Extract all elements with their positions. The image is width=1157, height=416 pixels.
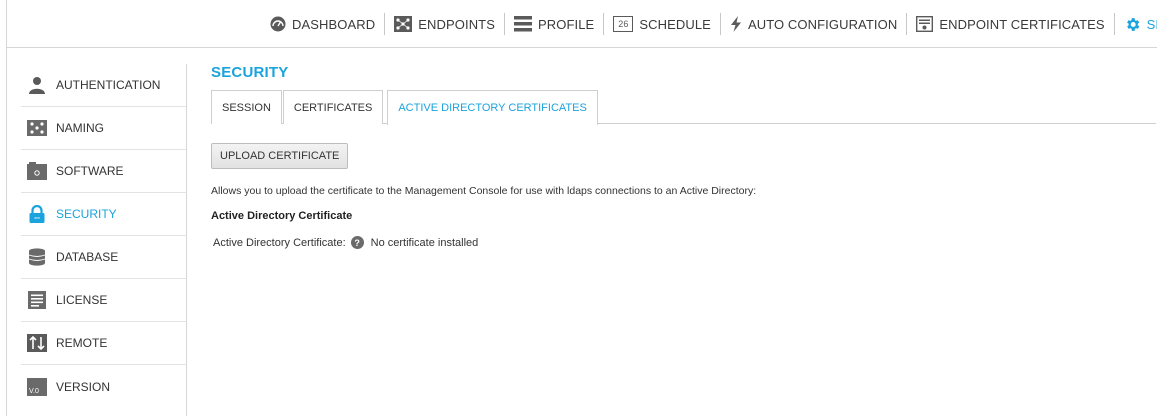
- section-title: Active Directory Certificate: [211, 210, 353, 222]
- sidebar-item-remote[interactable]: REMOTE: [21, 322, 186, 365]
- lock-icon: ***: [27, 205, 47, 223]
- gear-icon: [1124, 16, 1141, 33]
- sidebar-item-authentication[interactable]: AUTHENTICATION: [21, 64, 186, 107]
- nav-item-profile[interactable]: PROFILE: [514, 16, 594, 32]
- nav-item-label: AUTO CONFIGURATION: [747, 16, 898, 32]
- sidebar-item-database[interactable]: DATABASE: [21, 236, 186, 279]
- profile-icon: [514, 16, 532, 32]
- lightning-icon: [730, 16, 742, 32]
- tab-certificates[interactable]: CERTIFICATES: [282, 90, 384, 124]
- nav-divider: [719, 13, 721, 35]
- sidebar-item-software[interactable]: SOFTWARE: [21, 150, 186, 193]
- sidebar-item-label: AUTHENTICATION: [56, 78, 161, 92]
- nav-item-label: SCHEDULE: [639, 16, 711, 32]
- sidebar-item-label: SOFTWARE: [56, 164, 124, 178]
- nav-item-label: ENDPOINT CERTIFICATES: [939, 16, 1105, 32]
- sidebar-item-naming[interactable]: NAMING: [21, 107, 186, 150]
- app-frame: DASHBOARD ENDPOINTS PROFILE 26 SCHEDULE …: [6, 0, 1157, 416]
- certificate-field-label: Active Directory Certificate:: [213, 236, 346, 249]
- user-icon: [27, 76, 47, 94]
- nav-item-settings[interactable]: SETTINGS: [1124, 16, 1157, 33]
- certificate-status-row: Active Directory Certificate: ? No certi…: [211, 236, 1156, 249]
- tab-active-directory-certificates[interactable]: ACTIVE DIRECTORY CERTIFICATES: [387, 90, 598, 125]
- nav-item-label: SETTINGS: [1146, 16, 1157, 32]
- nav-divider: [384, 13, 386, 35]
- nav-item-endpoint-certificates[interactable]: ENDPOINT CERTIFICATES: [916, 16, 1105, 32]
- nav-item-label: PROFILE: [538, 16, 595, 32]
- certificate-icon: [916, 16, 934, 32]
- nav-item-auto-configuration[interactable]: AUTO CONFIGURATION: [730, 16, 897, 32]
- sidebar-item-label: REMOTE: [56, 336, 108, 350]
- main-content: SECURITY SESSION CERTIFICATES ACTIVE DIR…: [211, 60, 1156, 249]
- nav-divider: [603, 13, 605, 35]
- top-navigation: DASHBOARD ENDPOINTS PROFILE 26 SCHEDULE …: [7, 0, 1157, 48]
- upload-certificate-button[interactable]: UPLOAD CERTIFICATE: [211, 143, 349, 169]
- sidebar-item-license[interactable]: LICENSE: [21, 279, 186, 322]
- upload-description: Allows you to upload the certificate to …: [211, 185, 757, 197]
- nav-divider: [504, 13, 505, 35]
- top-nav-items: DASHBOARD ENDPOINTS PROFILE 26 SCHEDULE …: [270, 12, 1157, 36]
- nav-divider: [906, 13, 908, 35]
- endpoints-icon: [394, 16, 413, 32]
- calendar-icon-day: 26: [618, 19, 629, 29]
- sidebar-item-label: VERSION: [56, 379, 111, 394]
- sidebar-item-version[interactable]: V.0 VERSION: [21, 365, 186, 408]
- nav-item-label: ENDPOINTS: [418, 16, 495, 32]
- nav-item-schedule[interactable]: 26 SCHEDULE: [613, 16, 711, 32]
- dashboard-icon: [270, 16, 286, 32]
- database-icon: [27, 248, 47, 266]
- nav-item-dashboard[interactable]: DASHBOARD: [270, 16, 375, 32]
- svg-text:***: ***: [34, 217, 40, 223]
- security-tabs: SESSION CERTIFICATES ACTIVE DIRECTORY CE…: [211, 90, 1156, 125]
- sidebar-item-label: DATABASE: [56, 250, 119, 264]
- nav-item-label: DASHBOARD: [292, 16, 376, 32]
- page-title: SECURITY: [211, 64, 289, 81]
- settings-sidebar: AUTHENTICATION NAMING SOFTWARE *** SECUR…: [21, 64, 187, 416]
- tab-session[interactable]: SESSION: [211, 90, 282, 124]
- version-icon: V.0: [27, 377, 47, 396]
- remote-icon: [27, 334, 47, 352]
- license-icon: [27, 291, 47, 309]
- version-icon-text: V.0: [29, 387, 39, 395]
- nav-item-endpoints[interactable]: ENDPOINTS: [394, 16, 495, 32]
- naming-icon: [27, 119, 47, 137]
- nav-divider: [1113, 13, 1115, 35]
- calendar-icon: 26: [613, 16, 634, 32]
- sidebar-item-label: LICENSE: [56, 293, 108, 307]
- software-icon: [27, 162, 47, 180]
- sidebar-item-security[interactable]: *** SECURITY: [21, 193, 186, 236]
- help-icon[interactable]: ?: [350, 236, 364, 249]
- sidebar-item-label: NAMING: [56, 121, 104, 135]
- help-icon-glyph: ?: [354, 237, 360, 248]
- certificate-status-value: No certificate installed: [370, 236, 479, 249]
- sidebar-item-label: SECURITY: [56, 207, 117, 221]
